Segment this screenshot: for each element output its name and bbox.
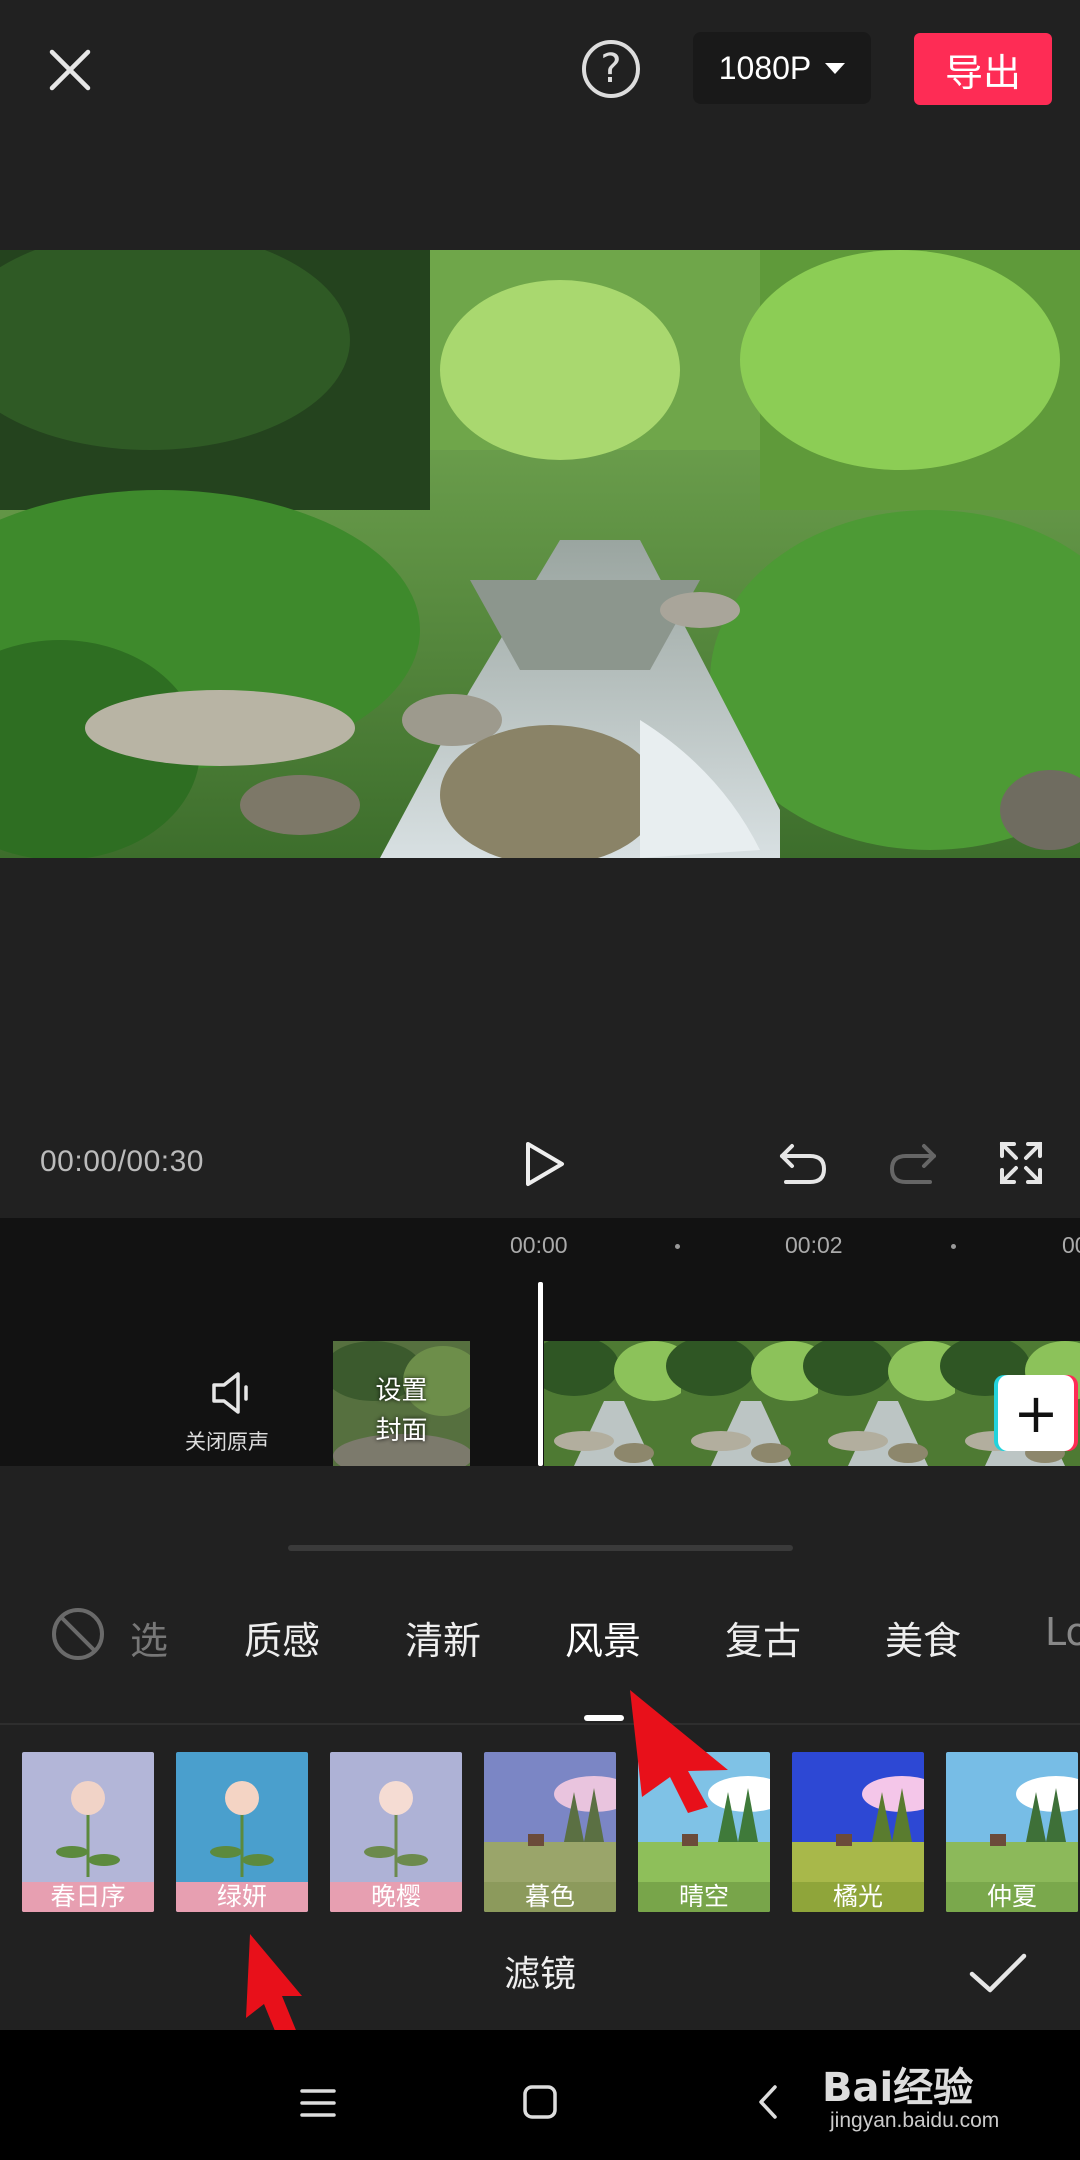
video-editor-screen: ? 1080P 导出 00:00/00:30 00:00 00:02 0 关闭原…	[0, 0, 1080, 2160]
export-button[interactable]: 导出	[914, 33, 1052, 105]
ruler-dot	[951, 1244, 956, 1249]
filter-item-6[interactable]: 仲夏	[946, 1752, 1078, 1912]
panel-title: 滤镜	[503, 1954, 576, 1995]
ruler-time-2: 00	[1062, 1232, 1080, 1258]
annotation-arrow-icon	[630, 1690, 728, 1813]
playhead[interactable]	[538, 1282, 543, 1466]
no-filter-icon[interactable]	[50, 1606, 106, 1662]
set-cover-button[interactable]: 设置 封面	[333, 1341, 470, 1466]
watermark-url: jingyan.baidu.com	[830, 2109, 1000, 2132]
panel-drag-handle[interactable]	[288, 1545, 793, 1551]
tab-category-3-selected[interactable]: 风景	[565, 1610, 641, 1665]
resolution-dropdown[interactable]: 1080P	[693, 32, 871, 104]
filter-label: 晚樱	[330, 1882, 462, 1912]
caret-down-icon	[825, 62, 846, 74]
tab-category-0[interactable]: 选	[130, 1610, 168, 1665]
filter-item-3[interactable]: 暮色	[484, 1752, 616, 1912]
home-icon[interactable]	[522, 2084, 558, 2120]
filter-label: 晴空	[638, 1882, 770, 1912]
redo-icon[interactable]	[886, 1138, 940, 1188]
ruler-time-1: 00:02	[785, 1232, 843, 1258]
tab-category-5[interactable]: 美食	[885, 1610, 961, 1665]
speaker-icon	[212, 1372, 248, 1414]
timecode: 00:00/00:30	[40, 1145, 204, 1178]
undo-icon[interactable]	[776, 1138, 830, 1188]
tab-category-4[interactable]: 复古	[725, 1610, 801, 1665]
resolution-label: 1080P	[718, 49, 812, 86]
mute-label: 关闭原声	[185, 1430, 269, 1454]
ruler-dot	[675, 1244, 680, 1249]
back-icon[interactable]	[755, 2084, 781, 2120]
filter-category-tabs: 选 质感 清新 风景 复古 美食 Lo	[0, 1608, 1080, 1722]
selected-tab-indicator	[584, 1715, 624, 1721]
mute-original-audio-button[interactable]: 关闭原声	[185, 1370, 276, 1466]
filter-item-1[interactable]: 绿妍	[176, 1752, 308, 1912]
watermark-brand: Bai经验	[822, 2065, 974, 2111]
filter-label: 春日序	[22, 1882, 154, 1912]
checkmark-icon[interactable]	[968, 1950, 1028, 1996]
filter-item-5[interactable]: 橘光	[792, 1752, 924, 1912]
ruler-time-0: 00:00	[510, 1232, 568, 1258]
play-icon[interactable]	[520, 1138, 570, 1190]
tab-category-6[interactable]: Lo	[1045, 1610, 1080, 1654]
tab-category-2[interactable]: 清新	[405, 1610, 481, 1665]
cover-label: 设置 封面	[375, 1376, 428, 1446]
close-icon[interactable]	[30, 30, 110, 110]
filter-label: 橘光	[792, 1882, 924, 1912]
menu-icon[interactable]	[300, 2088, 336, 2118]
help-icon[interactable]: ?	[582, 40, 640, 98]
tab-category-1[interactable]: 质感	[244, 1610, 320, 1665]
watermark: Bai经验 jingyan.baidu.com	[822, 2055, 1062, 2145]
filter-label: 暮色	[484, 1882, 616, 1912]
filter-label: 绿妍	[176, 1882, 308, 1912]
divider	[0, 1723, 1080, 1725]
filter-item-2[interactable]: 晚樱	[330, 1752, 462, 1912]
filter-item-0[interactable]: 春日序	[22, 1752, 154, 1912]
video-preview[interactable]	[0, 250, 1080, 858]
fullscreen-icon[interactable]	[996, 1138, 1046, 1188]
add-clip-button[interactable]: +	[998, 1375, 1074, 1451]
filter-label: 仲夏	[946, 1882, 1078, 1912]
